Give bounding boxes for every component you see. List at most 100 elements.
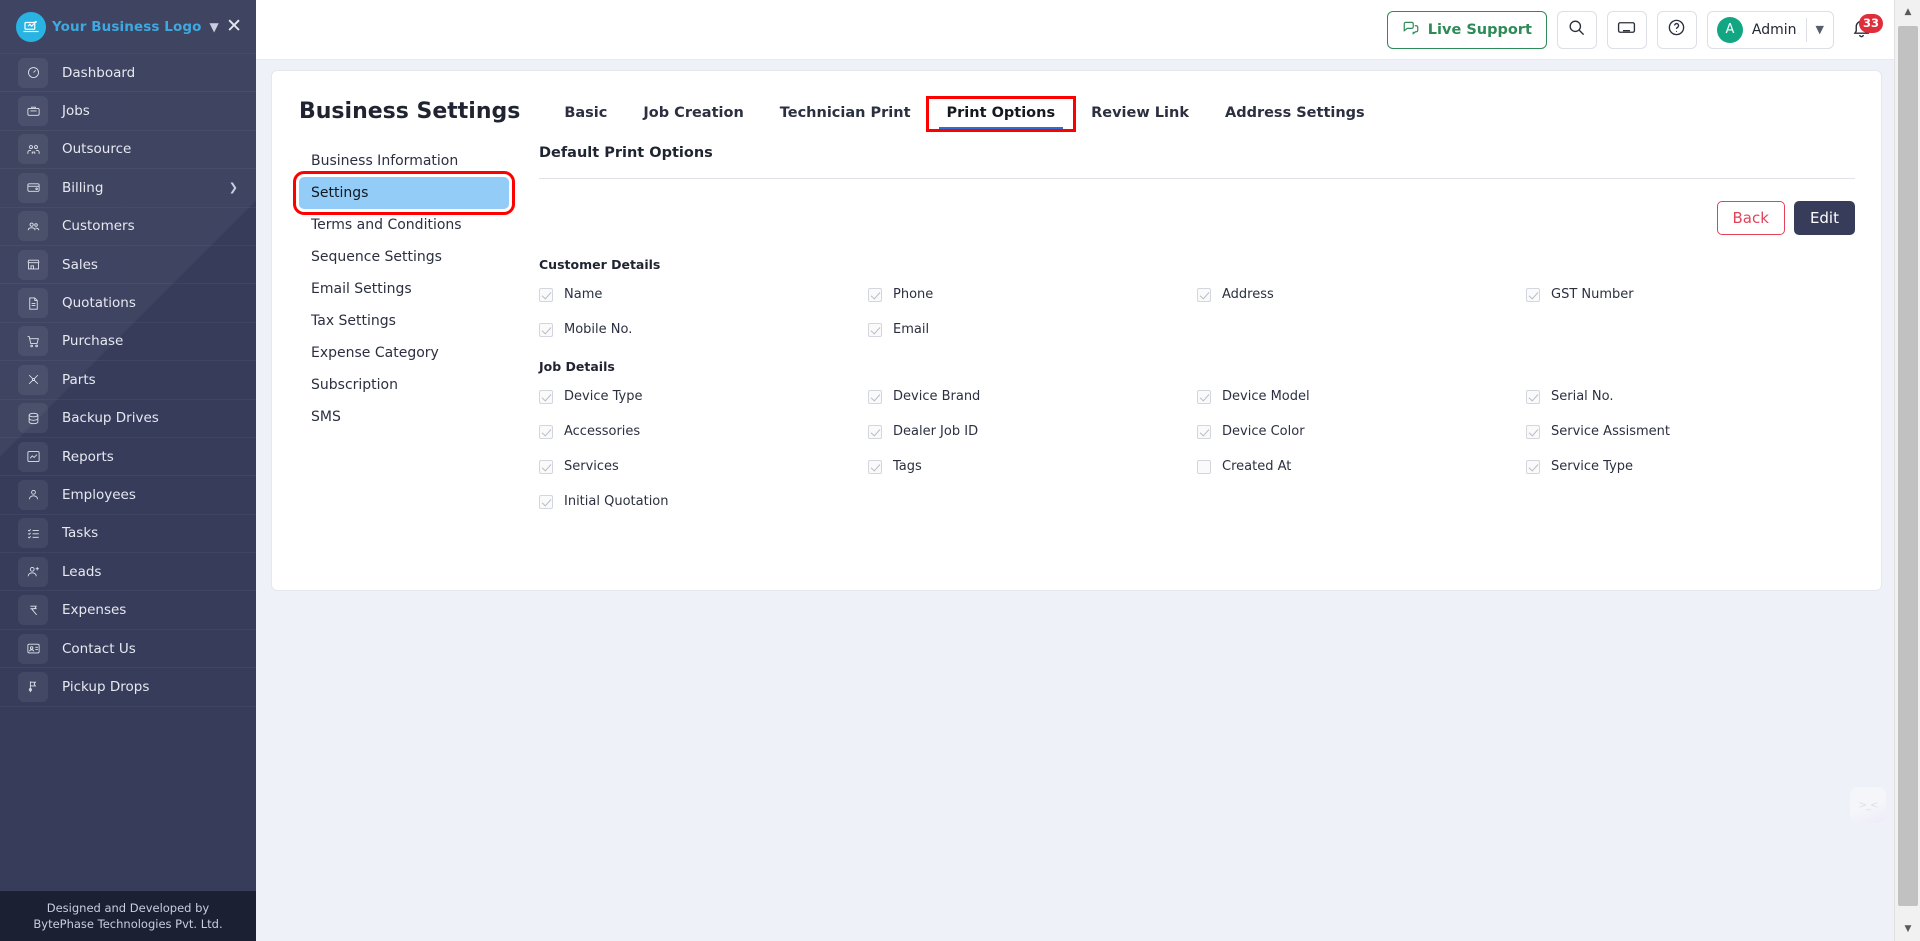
handshake-icon (18, 134, 48, 164)
scroll-down-arrow-icon[interactable]: ▼ (1895, 917, 1920, 941)
option-device-type[interactable]: Device Type (539, 389, 868, 404)
live-support-label: Live Support (1428, 22, 1532, 38)
sidebar-item-backup-drives[interactable]: Backup Drives (0, 400, 256, 438)
checkbox-icon[interactable] (1526, 288, 1540, 302)
checkbox-icon[interactable] (539, 288, 553, 302)
option-service-type[interactable]: Service Type (1526, 459, 1855, 474)
checkbox-icon[interactable] (1197, 425, 1211, 439)
checkbox-icon[interactable] (539, 323, 553, 337)
sidebar-item-tasks[interactable]: Tasks (0, 515, 256, 553)
sidebar-item-expenses[interactable]: Expenses (0, 591, 256, 629)
sidebar-item-leads[interactable]: Leads (0, 553, 256, 591)
settings-nav-tax-settings[interactable]: Tax Settings (299, 305, 509, 337)
tab-review-link[interactable]: Review Link (1073, 99, 1207, 129)
checkbox-icon[interactable] (1197, 390, 1211, 404)
top-bar: Live Support A Admin ▼ 33 (256, 0, 1894, 60)
tab-job-creation[interactable]: Job Creation (625, 99, 761, 129)
close-icon[interactable]: ✕ (226, 17, 242, 36)
option-services[interactable]: Services (539, 459, 868, 474)
tab-print-options[interactable]: Print Options (929, 99, 1074, 129)
checkbox-icon[interactable] (1197, 460, 1211, 474)
sidebar-item-contact-us[interactable]: Contact Us (0, 630, 256, 668)
sidebar-item-pickup-drops[interactable]: Pickup Drops (0, 668, 256, 706)
option-service-assisment[interactable]: Service Assisment (1526, 424, 1855, 439)
checkbox-icon[interactable] (539, 425, 553, 439)
search-button[interactable] (1557, 11, 1597, 49)
option-phone[interactable]: Phone (868, 287, 1197, 302)
scroll-up-arrow-icon[interactable]: ▲ (1895, 0, 1920, 24)
page-scrollbar[interactable]: ▲ ▼ (1894, 0, 1920, 941)
option-device-model[interactable]: Device Model (1197, 389, 1526, 404)
laptop-chart-icon (16, 12, 46, 42)
checkbox-icon[interactable] (539, 495, 553, 509)
chevron-right-icon[interactable]: ❯ (229, 181, 238, 194)
option-gst-number[interactable]: GST Number (1526, 287, 1855, 302)
option-address[interactable]: Address (1197, 287, 1526, 302)
sidebar-item-customers[interactable]: Customers (0, 208, 256, 246)
chevron-down-icon[interactable]: ▼ (210, 20, 219, 34)
settings-nav-terms-and-conditions[interactable]: Terms and Conditions (299, 209, 509, 241)
checkbox-icon[interactable] (1526, 425, 1540, 439)
edit-button[interactable]: Edit (1794, 201, 1855, 235)
option-device-color[interactable]: Device Color (1197, 424, 1526, 439)
checkbox-icon[interactable] (868, 390, 882, 404)
action-buttons: Back Edit (539, 201, 1855, 235)
option-accessories[interactable]: Accessories (539, 424, 868, 439)
live-support-button[interactable]: Live Support (1387, 11, 1547, 49)
settings-nav-subscription[interactable]: Subscription (299, 369, 509, 401)
tab-basic[interactable]: Basic (546, 99, 625, 129)
option-created-at[interactable]: Created At (1197, 459, 1526, 474)
settings-nav-email-settings[interactable]: Email Settings (299, 273, 509, 305)
sidebar-item-purchase[interactable]: Purchase (0, 323, 256, 361)
notifications-button[interactable]: 33 (1844, 13, 1878, 47)
checkbox-icon[interactable] (868, 288, 882, 302)
option-initial-quotation[interactable]: Initial Quotation (539, 494, 868, 509)
sidebar-item-label: Employees (62, 487, 136, 503)
checkbox-icon[interactable] (868, 460, 882, 474)
sidebar-nav: DashboardJobsOutsourceBilling❯CustomersS… (0, 54, 256, 707)
checkbox-icon[interactable] (539, 460, 553, 474)
storefront-icon (18, 250, 48, 280)
sidebar-item-billing[interactable]: Billing❯ (0, 169, 256, 207)
sidebar-item-outsource[interactable]: Outsource (0, 131, 256, 169)
option-tags[interactable]: Tags (868, 459, 1197, 474)
option-serial-no-[interactable]: Serial No. (1526, 389, 1855, 404)
business-logo-text: Your Business Logo (52, 19, 202, 35)
checkbox-icon[interactable] (868, 425, 882, 439)
search-icon (1567, 18, 1586, 41)
checkbox-icon[interactable] (1197, 288, 1211, 302)
option-label: Serial No. (1551, 389, 1614, 404)
sidebar-item-dashboard[interactable]: Dashboard (0, 54, 256, 92)
chat-widget-icon[interactable]: >_< (1850, 787, 1886, 823)
settings-nav-sequence-settings[interactable]: Sequence Settings (299, 241, 509, 273)
help-button[interactable] (1657, 11, 1697, 49)
settings-nav-settings[interactable]: Settings (299, 177, 509, 209)
keyboard-shortcuts-button[interactable] (1607, 11, 1647, 49)
checkbox-icon[interactable] (868, 323, 882, 337)
settings-nav-expense-category[interactable]: Expense Category (299, 337, 509, 369)
tab-technician-print[interactable]: Technician Print (762, 99, 929, 129)
checkbox-icon[interactable] (1526, 460, 1540, 474)
back-button[interactable]: Back (1717, 201, 1785, 235)
chevron-down-icon[interactable]: ▼ (1816, 23, 1824, 36)
option-dealer-job-id[interactable]: Dealer Job ID (868, 424, 1197, 439)
settings-nav-business-information[interactable]: Business Information (299, 145, 509, 177)
option-name[interactable]: Name (539, 287, 868, 302)
checkbox-icon[interactable] (539, 390, 553, 404)
option-device-brand[interactable]: Device Brand (868, 389, 1197, 404)
checkbox-icon[interactable] (1526, 390, 1540, 404)
divider (539, 178, 1855, 179)
option-email[interactable]: Email (868, 322, 1197, 337)
option-mobile-no-[interactable]: Mobile No. (539, 322, 868, 337)
tab-address-settings[interactable]: Address Settings (1207, 99, 1383, 129)
print-options-panel: Default Print Options Back Edit Customer… (539, 145, 1855, 509)
scrollbar-thumb[interactable] (1898, 26, 1918, 906)
sidebar-item-reports[interactable]: Reports (0, 438, 256, 476)
sidebar-item-sales[interactable]: Sales (0, 246, 256, 284)
settings-nav-sms[interactable]: SMS (299, 401, 509, 433)
sidebar-item-jobs[interactable]: Jobs (0, 92, 256, 130)
user-menu[interactable]: A Admin ▼ (1707, 11, 1834, 49)
sidebar-item-quotations[interactable]: Quotations (0, 284, 256, 322)
sidebar-item-employees[interactable]: Employees (0, 476, 256, 514)
sidebar-item-parts[interactable]: Parts (0, 361, 256, 399)
